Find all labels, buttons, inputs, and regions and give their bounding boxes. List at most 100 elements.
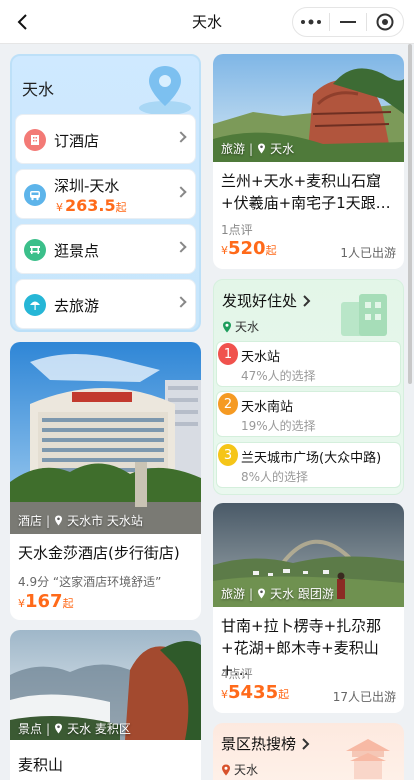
hotel-card[interactable]: 酒店 | 天水市 天水站 天水金莎酒店(步行街店) 4.9分 “这家酒店环境舒适”… [10, 342, 201, 620]
price-value: 167 [25, 591, 63, 612]
stay-name: 天水南站 [241, 400, 294, 415]
rank-badge: 1 [218, 343, 238, 365]
location-label: 天水 [270, 142, 295, 156]
hot-search-title: 景区热搜榜 [221, 735, 297, 753]
currency-symbol: ¥ [56, 201, 63, 214]
review-quote: “这家酒店环境舒适” [52, 575, 162, 589]
price-suffix: 起 [265, 244, 277, 257]
photo-tagline: 酒店 | 天水市 天水站 [18, 513, 143, 529]
currency-symbol: ¥ [221, 244, 228, 257]
mini-program-capsule [292, 7, 404, 37]
go-travel-label: 去旅游 [54, 297, 100, 315]
location-label: 天水 跟团游 [270, 587, 334, 601]
chevron-right-icon [303, 294, 311, 307]
beach-umbrella-icon [24, 294, 46, 316]
chevron-right-icon [175, 241, 187, 253]
tour-price: ¥5435起 [221, 682, 289, 703]
category-label: 景点 [18, 722, 43, 736]
currency-symbol: ¥ [221, 688, 228, 701]
price-value: 263.5 [65, 196, 116, 215]
stay-option[interactable]: 3 兰天城市广场(大众中路) 8%人的选择 [216, 442, 401, 488]
hotel-icon [24, 129, 46, 151]
price-value: 5435 [228, 682, 279, 703]
photo-tagline: 旅游 | 天水 [221, 141, 295, 157]
location-label: 天水 麦积区 [67, 722, 131, 736]
stay-percentage: 47%人的选择 [241, 369, 316, 383]
photo-tagline: 景点 | 天水 麦积区 [18, 721, 131, 737]
stay-percentage: 8%人的选择 [241, 470, 309, 484]
more-icon[interactable] [293, 8, 329, 36]
hot-search-location-label: 天水 [234, 763, 259, 777]
route-label: 深圳-天水 [54, 177, 120, 195]
tour-card[interactable]: 旅游 | 天水 跟团游 甘南+拉卜楞寺+扎尕那+花湖+郎木寺+麦积山+… 4点评 … [213, 503, 404, 713]
minimize-icon[interactable] [330, 8, 366, 36]
find-stay-title: 发现好住处 [222, 292, 298, 310]
find-stay-card: 发现好住处 天水 1 天水站 47%人的选择 2 天水南站 19%人的选择 3 … [213, 279, 404, 495]
tour-card[interactable]: 旅游 | 天水 兰州+天水+麦积山石窟+伏羲庙+南宅子1天跟… 1点评 ¥520起… [213, 54, 404, 269]
hot-search-header[interactable]: 景区热搜榜 [221, 733, 310, 754]
location-pin-illustration [139, 66, 191, 115]
house-illustration [341, 294, 387, 336]
travelers-count: 17人已出游 [332, 690, 396, 704]
navigation-bar: 天水 [0, 0, 414, 44]
sight-title: 麦积山 [18, 756, 64, 774]
route-price: ¥263.5起 [56, 196, 127, 215]
location-pin-icon [55, 723, 63, 734]
chevron-right-icon [302, 737, 310, 750]
travelers-count: 1人已出游 [340, 246, 396, 260]
location-pin-icon [55, 515, 63, 526]
stay-option[interactable]: 2 天水南站 19%人的选择 [216, 391, 401, 437]
hotel-building-photo [10, 342, 201, 534]
bus-icon [24, 184, 46, 206]
book-hotel-item[interactable]: 订酒店 [15, 114, 196, 164]
score: 4.9分 [18, 575, 50, 589]
city-card: 天水 订酒店 深圳-天水 ¥263.5起 逛景点 去旅游 [10, 54, 201, 332]
stay-location: 天水 [222, 318, 259, 335]
hotel-rating: 4.9分 “这家酒店环境舒适” [18, 573, 161, 590]
stay-percentage: 19%人的选择 [241, 419, 316, 433]
category-label: 旅游 [221, 142, 246, 156]
stay-option[interactable]: 1 天水站 47%人的选择 [216, 341, 401, 387]
chevron-right-icon [175, 186, 187, 198]
category-label: 酒店 [18, 514, 43, 528]
hotel-title: 天水金莎酒店(步行街店) [18, 544, 180, 562]
stay-name: 天水站 [241, 350, 281, 365]
location-pin-icon [258, 143, 266, 154]
price-suffix: 起 [115, 201, 127, 214]
tour-title: 兰州+天水+麦积山石窟+伏羲庙+南宅子1天跟… [221, 172, 391, 212]
currency-symbol: ¥ [18, 597, 25, 610]
stay-location-label: 天水 [235, 320, 260, 334]
price-suffix: 起 [62, 597, 74, 610]
city-title: 天水 [22, 80, 55, 99]
rank-badge: 3 [218, 444, 238, 466]
review-count: 4点评 [221, 667, 253, 681]
explore-sights-item[interactable]: 逛景点 [15, 224, 196, 274]
location-pin-icon [258, 588, 266, 599]
tour-price: ¥520起 [221, 238, 277, 259]
chevron-right-icon [175, 131, 187, 143]
hotel-price: ¥167起 [18, 591, 74, 612]
location-pin-icon [222, 764, 230, 775]
find-stay-header[interactable]: 发现好住处 [222, 290, 311, 311]
go-travel-item[interactable]: 去旅游 [15, 279, 196, 329]
chevron-right-icon [175, 296, 187, 308]
book-hotel-label: 订酒店 [54, 132, 100, 150]
location-pin-icon [223, 321, 231, 332]
rank-badge: 2 [218, 393, 238, 415]
hot-search-location: 天水 [221, 761, 258, 778]
stay-name: 兰天城市广场(大众中路) [241, 451, 382, 466]
explore-sights-label: 逛景点 [54, 242, 100, 260]
location-label: 天水市 天水站 [67, 514, 143, 528]
scrollbar[interactable] [408, 44, 412, 384]
hot-search-card[interactable]: 景区热搜榜 天水 [213, 723, 404, 780]
temple-illustration [346, 739, 390, 779]
photo-tagline: 旅游 | 天水 跟团游 [221, 586, 334, 602]
sight-card[interactable]: 景点 | 天水 麦积区 麦积山 [10, 630, 201, 780]
category-label: 旅游 [221, 587, 246, 601]
close-app-icon[interactable] [367, 8, 403, 36]
price-suffix: 起 [278, 688, 290, 701]
price-value: 520 [228, 238, 266, 259]
attraction-icon [24, 239, 46, 261]
bus-route-item[interactable]: 深圳-天水 ¥263.5起 [15, 169, 196, 219]
review-count: 1点评 [221, 223, 253, 237]
